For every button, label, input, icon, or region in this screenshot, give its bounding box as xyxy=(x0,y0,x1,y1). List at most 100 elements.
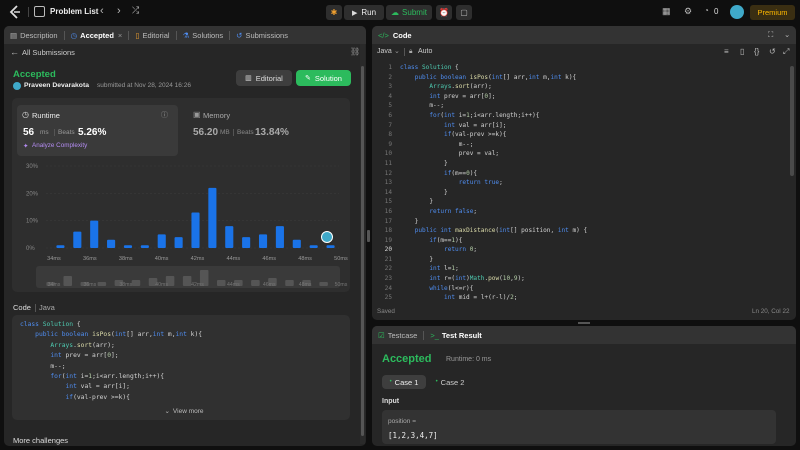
tab-editorial[interactable]: ▯ Editorial xyxy=(135,31,169,40)
reset-icon[interactable]: ↺ xyxy=(769,47,776,56)
tab-accepted[interactable]: ◷ Accepted × xyxy=(71,31,123,40)
code-line[interactable]: 7 int val = arr[i]; xyxy=(372,121,790,131)
view-more-button[interactable]: ⌄ View more xyxy=(154,406,214,416)
distribution-bar[interactable] xyxy=(90,220,99,248)
code-line[interactable]: 4 int prev = arr[0]; xyxy=(372,92,790,102)
code-line[interactable]: 16 return false; xyxy=(372,207,790,217)
code-editor[interactable]: 1 class Solution {2 public boolean isPos(… xyxy=(372,63,790,303)
collapse-icon[interactable]: ⌄ xyxy=(784,30,790,39)
solution-button[interactable]: ✎ Solution xyxy=(296,70,351,86)
code-text: int prev = arr[0]; xyxy=(429,92,496,100)
distribution-bar[interactable] xyxy=(174,237,183,248)
settings-icon[interactable]: ⚙ xyxy=(684,6,692,17)
code-line[interactable]: 15 } xyxy=(372,197,790,207)
info-icon[interactable]: ⓘ xyxy=(161,110,168,120)
distribution-bar[interactable] xyxy=(56,245,65,248)
test-accepted-status: Accepted xyxy=(382,353,432,365)
vertical-splitter[interactable] xyxy=(367,230,370,242)
editor-scrollbar-thumb[interactable] xyxy=(790,66,794,176)
code-line[interactable]: 1 class Solution { xyxy=(372,63,790,73)
list-icon[interactable] xyxy=(34,6,45,17)
all-submissions-link[interactable]: All Submissions xyxy=(22,48,75,57)
code-line[interactable]: 11 } xyxy=(372,159,790,169)
code-line[interactable]: 8 if(val-prev >=k){ xyxy=(372,130,790,140)
expand-icon[interactable]: ⤢ xyxy=(783,47,789,57)
distribution-bar[interactable] xyxy=(242,237,251,248)
code-line[interactable]: 13 return true; xyxy=(372,178,790,188)
brush-tick-label: 50ms xyxy=(335,282,348,288)
runtime-distribution-chart[interactable]: 30% 20% 10% 0% 34ms 36ms 38ms 40ms 42ms 44ms 46ms 4… xyxy=(4,156,366,288)
distribution-bar[interactable] xyxy=(275,226,284,248)
distribution-bar[interactable] xyxy=(107,239,116,248)
back-arrow-icon[interactable]: ← xyxy=(10,47,19,57)
code-line[interactable]: 19 if(m==1){ xyxy=(372,236,790,246)
code-line: int val = arr[i]; xyxy=(65,383,130,391)
avatar[interactable] xyxy=(730,5,744,19)
maximize-icon[interactable]: ⛶ xyxy=(768,30,773,40)
distribution-bar[interactable] xyxy=(225,226,234,248)
run-button[interactable]: ▶ Run xyxy=(344,5,384,20)
language-select[interactable]: Java xyxy=(377,48,392,55)
streak-icon[interactable]: ◔ xyxy=(704,6,709,15)
code-line[interactable]: 22 int l=1; xyxy=(372,264,790,274)
username[interactable]: Praveen Devarakota xyxy=(24,82,89,89)
distribution-bar[interactable] xyxy=(208,187,217,248)
editorial-button[interactable]: ▥ Editorial xyxy=(236,70,292,86)
timer-icon[interactable]: ⏰ xyxy=(436,5,452,20)
code-line: if(val-prev >=k){ xyxy=(65,393,130,401)
braces-icon[interactable]: {} xyxy=(754,47,759,56)
distribution-bar[interactable] xyxy=(73,231,82,248)
code-line[interactable]: 10 prev = val; xyxy=(372,149,790,159)
tab-submissions[interactable]: ↺ Submissions xyxy=(236,31,288,40)
distribution-bar[interactable] xyxy=(191,212,200,248)
format-icon[interactable]: ≡ xyxy=(724,47,729,56)
code-line[interactable]: 24 while(l<=r){ xyxy=(372,284,790,294)
problem-list-link[interactable]: Problem List xyxy=(50,7,98,16)
brush-tick-label: 38ms xyxy=(119,282,132,288)
code-line[interactable]: 5 m--; xyxy=(372,101,790,111)
left-scrollbar-thumb[interactable] xyxy=(361,66,364,436)
code-line[interactable]: 12 if(m==0){ xyxy=(372,169,790,179)
tab-test-result[interactable]: >_ Test Result xyxy=(430,331,481,340)
code-line: public boolean isPos(int[] arr,int m,int… xyxy=(35,331,203,339)
distribution-bar[interactable] xyxy=(309,245,318,248)
debug-button[interactable]: ✱ xyxy=(326,5,342,20)
analyze-complexity-link[interactable]: Analyze Complexity xyxy=(32,142,87,149)
prev-problem-icon[interactable]: ‹ xyxy=(100,5,104,17)
next-problem-icon[interactable]: › xyxy=(117,5,121,17)
notes-icon[interactable]: ▢ xyxy=(456,5,472,20)
distribution-bar[interactable] xyxy=(157,234,166,248)
layout-icon[interactable]: ▦ xyxy=(662,6,671,17)
bookmark-icon[interactable]: ▯ xyxy=(740,47,744,56)
submit-button[interactable]: ☁ Submit xyxy=(386,5,432,20)
code-line[interactable]: 2 public boolean isPos(int[] arr,int m,i… xyxy=(372,73,790,83)
premium-button[interactable]: Premium xyxy=(750,5,795,20)
tab-testcase[interactable]: ☑ Testcase xyxy=(378,331,417,340)
case-2-tab[interactable]: • Case 2 xyxy=(430,375,470,389)
code-line[interactable]: 17 } xyxy=(372,217,790,227)
code-line[interactable]: 14 } xyxy=(372,188,790,198)
code-line[interactable]: 3 Arrays.sort(arr); xyxy=(372,82,790,92)
code-line[interactable]: 23 int r=(int)Math.pow(10,9); xyxy=(372,274,790,284)
code-line[interactable]: 6 for(int i=1;i<arr.length;i++){ xyxy=(372,111,790,121)
code-line[interactable]: 20 return 0; xyxy=(372,245,790,255)
code-line[interactable]: 9 m--; xyxy=(372,140,790,150)
logo-icon[interactable] xyxy=(8,5,22,19)
distribution-bar[interactable] xyxy=(292,239,301,248)
horizontal-splitter[interactable] xyxy=(578,322,590,324)
distribution-bar[interactable] xyxy=(258,234,268,248)
case-1-tab[interactable]: • Case 1 xyxy=(382,375,426,389)
tab-solutions[interactable]: ⚗ Solutions xyxy=(183,31,224,40)
code-line[interactable]: 25 int mid = l+(r-l)/2; xyxy=(372,293,790,303)
shuffle-icon[interactable]: ⤮ xyxy=(132,5,139,16)
code-line[interactable]: 21 } xyxy=(372,255,790,265)
auto-mode[interactable]: Auto xyxy=(418,48,432,55)
distribution-bar[interactable] xyxy=(140,245,149,248)
distribution-bar[interactable] xyxy=(326,245,335,248)
distribution-bar[interactable] xyxy=(123,245,133,248)
close-icon[interactable]: × xyxy=(118,31,122,40)
chevron-down-icon[interactable]: ⌄ xyxy=(394,47,400,55)
code-line[interactable]: 18 public int maxDistance(int[] position… xyxy=(372,226,790,236)
link-icon[interactable]: ⛓ xyxy=(350,47,360,56)
tab-description[interactable]: ▤ Description xyxy=(10,31,58,40)
